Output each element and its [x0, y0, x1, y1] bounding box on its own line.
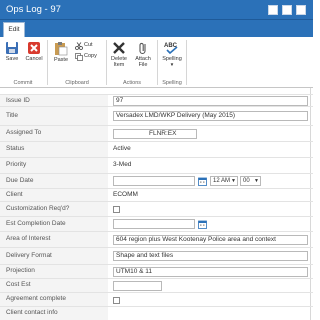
calendar-icon[interactable]	[198, 220, 207, 229]
issue-id-field[interactable]: 97	[113, 96, 308, 106]
cut-label: Cut	[84, 42, 93, 48]
spelling-group-label: Spelling	[162, 80, 182, 86]
cut-button[interactable]: Cut	[75, 41, 103, 50]
client-select[interactable]: ECOMM	[113, 191, 138, 198]
form-row-area-of-interest: Area of Interest 604 region plus West Ko…	[0, 231, 313, 247]
est-completion-date-label: Est Completion Date	[0, 217, 108, 231]
copy-icon	[75, 53, 83, 61]
page-title: Ops Log - 97	[6, 4, 61, 15]
customization-req-checkbox[interactable]	[113, 206, 120, 213]
form-row-title: Title Versadex LMD/WKP Delivery (May 201…	[0, 106, 313, 125]
commit-group: Save Cancel Commit	[0, 37, 46, 88]
cancel-button[interactable]: Cancel	[24, 41, 44, 62]
client-contact-info-label: Client contact info	[0, 307, 108, 320]
form-row-est-completion-date: Est Completion Date	[0, 216, 313, 231]
edit-form: Issue ID 97 Title Versadex LMD/WKP Deliv…	[0, 88, 313, 320]
title-bar: Ops Log - 97	[0, 0, 313, 20]
priority-label: Priority	[0, 158, 108, 173]
form-row-due-date: Due Date 12 AM ▼ 00 ▼	[0, 173, 313, 188]
clipboard-group-label: Clipboard	[65, 80, 89, 86]
form-row-cost-est: Cost Est	[0, 278, 313, 292]
delete-item-label-2: Item	[113, 62, 125, 68]
form-row-client-contact-info: Client contact info	[0, 306, 313, 320]
calendar-icon[interactable]	[198, 177, 207, 186]
projection-field[interactable]: UTM10 & 11	[113, 267, 308, 277]
title-label: Title	[0, 107, 108, 125]
customization-req-label: Customization Req'd?	[0, 202, 108, 216]
status-select[interactable]: Active	[113, 145, 131, 152]
assigned-to-label: Assigned To	[0, 126, 108, 141]
assigned-to-field[interactable]: FLNR:EX	[113, 129, 197, 139]
save-icon	[6, 42, 18, 54]
cancel-icon	[28, 42, 40, 54]
actions-group-label: Actions	[122, 80, 142, 86]
form-row-projection: Projection UTM10 & 11	[0, 264, 313, 278]
save-label: Save	[5, 56, 19, 62]
scissors-icon	[75, 42, 83, 50]
tab-edit[interactable]: Edit	[3, 22, 25, 37]
due-date-field[interactable]	[113, 176, 195, 186]
copy-label: Copy	[84, 53, 97, 59]
clipboard-group: Paste Cut Copy Clipboard	[49, 37, 105, 88]
spelling-button[interactable]: ABC Spelling ▼	[159, 41, 185, 68]
projection-label: Projection	[0, 265, 108, 278]
assigned-to-value: FLNR:EX	[149, 130, 177, 137]
form-row-issue-id: Issue ID 97	[0, 94, 313, 106]
save-button[interactable]: Save	[3, 41, 21, 62]
agreement-complete-label: Agreement complete	[0, 293, 108, 306]
form-row-delivery-format: Delivery Format Shape and text files	[0, 247, 313, 264]
area-of-interest-field[interactable]: 604 region plus West Kootenay Police are…	[113, 235, 308, 245]
delivery-format-label: Delivery Format	[0, 248, 108, 264]
area-of-interest-label: Area of Interest	[0, 232, 108, 247]
issue-id-label: Issue ID	[0, 95, 108, 106]
due-hour-value: 12 AM	[213, 178, 231, 184]
form-row-assigned-to: Assigned To FLNR:EX	[0, 125, 313, 141]
copy-button[interactable]: Copy	[75, 52, 103, 61]
attach-file-button[interactable]: Attach File	[132, 41, 154, 68]
due-hour-select[interactable]: 12 AM ▼	[210, 176, 238, 186]
cost-est-label: Cost Est	[0, 279, 108, 292]
spelling-dropdown-icon[interactable]: ▼	[159, 62, 185, 68]
delivery-format-field[interactable]: Shape and text files	[113, 251, 308, 261]
paste-icon	[55, 42, 68, 56]
form-row-priority: Priority 3-Med	[0, 157, 313, 173]
delete-icon	[113, 42, 125, 54]
priority-select[interactable]: 3-Med	[113, 161, 131, 168]
ribbon: Save Cancel Commit Paste Cut Copy Clipbo…	[0, 37, 313, 88]
form-row-status: Status Active	[0, 141, 313, 157]
due-date-label: Due Date	[0, 174, 108, 188]
chevron-down-icon: ▼	[231, 178, 236, 184]
due-minute-value: 00	[243, 178, 250, 184]
status-label: Status	[0, 142, 108, 157]
commit-group-label: Commit	[13, 80, 33, 86]
paste-label: Paste	[53, 57, 69, 63]
ribbon-tab-strip: Edit	[0, 20, 313, 37]
window-control-icon[interactable]	[268, 5, 278, 15]
est-completion-date-field[interactable]	[113, 219, 195, 229]
ribbon-divider	[47, 40, 48, 85]
attach-file-label-2: File	[138, 62, 148, 68]
form-row-client: Client ECOMM	[0, 188, 313, 201]
window-control-icon[interactable]	[296, 5, 306, 15]
delete-item-button[interactable]: Delete Item	[108, 41, 130, 68]
actions-group: Delete Item Attach File Actions	[107, 37, 157, 88]
form-row-agreement-complete: Agreement complete	[0, 292, 313, 306]
cancel-label: Cancel	[25, 56, 43, 62]
agreement-complete-checkbox[interactable]	[113, 297, 120, 304]
title-field[interactable]: Versadex LMD/WKP Delivery (May 2015)	[113, 111, 308, 121]
client-contact-info-field[interactable]	[113, 309, 308, 319]
window-control-icon[interactable]	[282, 5, 292, 15]
cost-est-field[interactable]	[113, 281, 162, 291]
form-row-customization-req: Customization Req'd?	[0, 201, 313, 216]
due-minute-select[interactable]: 00 ▼	[240, 176, 261, 186]
ribbon-divider	[186, 40, 187, 85]
chevron-down-icon: ▼	[254, 178, 259, 184]
spelling-icon: ABC	[164, 43, 178, 55]
paperclip-icon	[139, 42, 146, 55]
spelling-group: ABC Spelling ▼ Spelling	[158, 37, 186, 88]
paste-button[interactable]: Paste	[51, 41, 71, 63]
client-label: Client	[0, 189, 108, 201]
